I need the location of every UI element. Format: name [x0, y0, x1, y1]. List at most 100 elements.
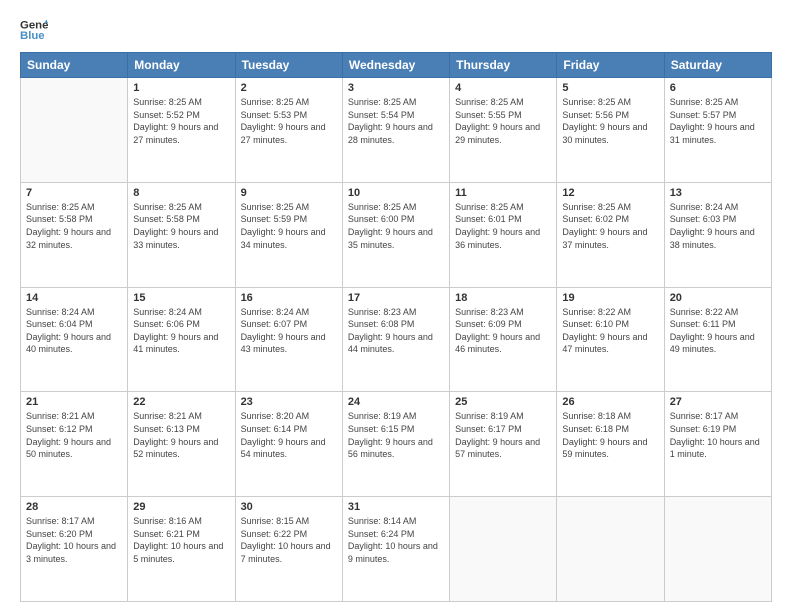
day-info: Sunrise: 8:24 AMSunset: 6:03 PMDaylight:… [670, 201, 766, 251]
day-info: Sunrise: 8:25 AMSunset: 6:02 PMDaylight:… [562, 201, 658, 251]
day-info: Sunrise: 8:22 AMSunset: 6:11 PMDaylight:… [670, 306, 766, 356]
logo: General Blue [20, 16, 48, 44]
header: General Blue [20, 16, 772, 44]
day-cell: 14 Sunrise: 8:24 AMSunset: 6:04 PMDayligh… [21, 287, 128, 392]
day-number: 7 [26, 187, 122, 199]
day-cell: 9 Sunrise: 8:25 AMSunset: 5:59 PMDaylight… [235, 182, 342, 287]
weekday-header-friday: Friday [557, 53, 664, 78]
day-number: 30 [241, 501, 337, 513]
weekday-header-sunday: Sunday [21, 53, 128, 78]
day-info: Sunrise: 8:25 AMSunset: 5:53 PMDaylight:… [241, 96, 337, 146]
day-info: Sunrise: 8:24 AMSunset: 6:06 PMDaylight:… [133, 306, 229, 356]
day-number: 19 [562, 292, 658, 304]
week-row-2: 7 Sunrise: 8:25 AMSunset: 5:58 PMDaylight… [21, 182, 772, 287]
day-number: 29 [133, 501, 229, 513]
day-number: 9 [241, 187, 337, 199]
day-info: Sunrise: 8:19 AMSunset: 6:15 PMDaylight:… [348, 410, 444, 460]
day-cell: 18 Sunrise: 8:23 AMSunset: 6:09 PMDayligh… [450, 287, 557, 392]
day-number: 4 [455, 82, 551, 94]
day-info: Sunrise: 8:18 AMSunset: 6:18 PMDaylight:… [562, 410, 658, 460]
day-number: 24 [348, 396, 444, 408]
day-info: Sunrise: 8:17 AMSunset: 6:20 PMDaylight:… [26, 515, 122, 565]
day-number: 22 [133, 396, 229, 408]
weekday-header-monday: Monday [128, 53, 235, 78]
calendar-page: General Blue SundayMondayTuesdayWednesda… [0, 0, 792, 612]
day-info: Sunrise: 8:24 AMSunset: 6:04 PMDaylight:… [26, 306, 122, 356]
day-number: 27 [670, 396, 766, 408]
logo-icon: General Blue [20, 16, 48, 44]
svg-text:Blue: Blue [20, 30, 45, 42]
day-number: 15 [133, 292, 229, 304]
weekday-header-saturday: Saturday [664, 53, 771, 78]
day-cell: 16 Sunrise: 8:24 AMSunset: 6:07 PMDayligh… [235, 287, 342, 392]
day-cell: 23 Sunrise: 8:20 AMSunset: 6:14 PMDayligh… [235, 392, 342, 497]
day-info: Sunrise: 8:15 AMSunset: 6:22 PMDaylight:… [241, 515, 337, 565]
weekday-header-tuesday: Tuesday [235, 53, 342, 78]
day-info: Sunrise: 8:24 AMSunset: 6:07 PMDaylight:… [241, 306, 337, 356]
day-number: 26 [562, 396, 658, 408]
day-number: 31 [348, 501, 444, 513]
day-cell: 3 Sunrise: 8:25 AMSunset: 5:54 PMDaylight… [342, 78, 449, 183]
day-cell: 28 Sunrise: 8:17 AMSunset: 6:20 PMDayligh… [21, 497, 128, 602]
day-info: Sunrise: 8:25 AMSunset: 5:58 PMDaylight:… [133, 201, 229, 251]
day-number: 8 [133, 187, 229, 199]
week-row-1: 1 Sunrise: 8:25 AMSunset: 5:52 PMDaylight… [21, 78, 772, 183]
day-cell: 26 Sunrise: 8:18 AMSunset: 6:18 PMDayligh… [557, 392, 664, 497]
day-number: 11 [455, 187, 551, 199]
week-row-5: 28 Sunrise: 8:17 AMSunset: 6:20 PMDayligh… [21, 497, 772, 602]
weekday-header-wednesday: Wednesday [342, 53, 449, 78]
day-info: Sunrise: 8:25 AMSunset: 5:56 PMDaylight:… [562, 96, 658, 146]
day-cell: 8 Sunrise: 8:25 AMSunset: 5:58 PMDaylight… [128, 182, 235, 287]
day-cell: 5 Sunrise: 8:25 AMSunset: 5:56 PMDaylight… [557, 78, 664, 183]
weekday-header-row: SundayMondayTuesdayWednesdayThursdayFrid… [21, 53, 772, 78]
day-info: Sunrise: 8:22 AMSunset: 6:10 PMDaylight:… [562, 306, 658, 356]
day-info: Sunrise: 8:16 AMSunset: 6:21 PMDaylight:… [133, 515, 229, 565]
day-info: Sunrise: 8:21 AMSunset: 6:13 PMDaylight:… [133, 410, 229, 460]
day-number: 25 [455, 396, 551, 408]
day-cell: 25 Sunrise: 8:19 AMSunset: 6:17 PMDayligh… [450, 392, 557, 497]
day-cell [21, 78, 128, 183]
day-cell: 31 Sunrise: 8:14 AMSunset: 6:24 PMDayligh… [342, 497, 449, 602]
day-number: 21 [26, 396, 122, 408]
day-info: Sunrise: 8:23 AMSunset: 6:09 PMDaylight:… [455, 306, 551, 356]
day-cell: 30 Sunrise: 8:15 AMSunset: 6:22 PMDayligh… [235, 497, 342, 602]
day-cell: 2 Sunrise: 8:25 AMSunset: 5:53 PMDaylight… [235, 78, 342, 183]
day-cell: 6Sunrise: 8:25 AMSunset: 5:57 PMDaylight… [664, 78, 771, 183]
day-info: Sunrise: 8:25 AMSunset: 5:52 PMDaylight:… [133, 96, 229, 146]
day-cell: 29 Sunrise: 8:16 AMSunset: 6:21 PMDayligh… [128, 497, 235, 602]
day-cell: 27 Sunrise: 8:17 AMSunset: 6:19 PMDayligh… [664, 392, 771, 497]
day-number: 18 [455, 292, 551, 304]
day-info: Sunrise: 8:17 AMSunset: 6:19 PMDaylight:… [670, 410, 766, 460]
day-cell: 21 Sunrise: 8:21 AMSunset: 6:12 PMDayligh… [21, 392, 128, 497]
day-cell: 4 Sunrise: 8:25 AMSunset: 5:55 PMDaylight… [450, 78, 557, 183]
day-number: 2 [241, 82, 337, 94]
day-number: 28 [26, 501, 122, 513]
day-cell: 15 Sunrise: 8:24 AMSunset: 6:06 PMDayligh… [128, 287, 235, 392]
day-cell: 13Sunrise: 8:24 AMSunset: 6:03 PMDayligh… [664, 182, 771, 287]
day-number: 14 [26, 292, 122, 304]
day-info: Sunrise: 8:19 AMSunset: 6:17 PMDaylight:… [455, 410, 551, 460]
calendar-table: SundayMondayTuesdayWednesdayThursdayFrid… [20, 52, 772, 602]
day-info: Sunrise: 8:14 AMSunset: 6:24 PMDaylight:… [348, 515, 444, 565]
day-info: Sunrise: 8:21 AMSunset: 6:12 PMDaylight:… [26, 410, 122, 460]
day-number: 3 [348, 82, 444, 94]
day-number: 23 [241, 396, 337, 408]
day-number: 20 [670, 292, 766, 304]
day-number: 16 [241, 292, 337, 304]
day-number: 17 [348, 292, 444, 304]
day-info: Sunrise: 8:20 AMSunset: 6:14 PMDaylight:… [241, 410, 337, 460]
day-cell: 12 Sunrise: 8:25 AMSunset: 6:02 PMDayligh… [557, 182, 664, 287]
day-info: Sunrise: 8:25 AMSunset: 5:55 PMDaylight:… [455, 96, 551, 146]
day-number: 1 [133, 82, 229, 94]
day-number: 6 [670, 82, 766, 94]
day-cell: 11Sunrise: 8:25 AMSunset: 6:01 PMDayligh… [450, 182, 557, 287]
day-number: 12 [562, 187, 658, 199]
day-info: Sunrise: 8:25 AMSunset: 6:00 PMDaylight:… [348, 201, 444, 251]
day-cell: 7Sunrise: 8:25 AMSunset: 5:58 PMDaylight… [21, 182, 128, 287]
day-cell: 1 Sunrise: 8:25 AMSunset: 5:52 PMDaylight… [128, 78, 235, 183]
day-cell: 19 Sunrise: 8:22 AMSunset: 6:10 PMDayligh… [557, 287, 664, 392]
day-number: 5 [562, 82, 658, 94]
day-info: Sunrise: 8:25 AMSunset: 5:54 PMDaylight:… [348, 96, 444, 146]
weekday-header-thursday: Thursday [450, 53, 557, 78]
day-info: Sunrise: 8:25 AMSunset: 5:59 PMDaylight:… [241, 201, 337, 251]
